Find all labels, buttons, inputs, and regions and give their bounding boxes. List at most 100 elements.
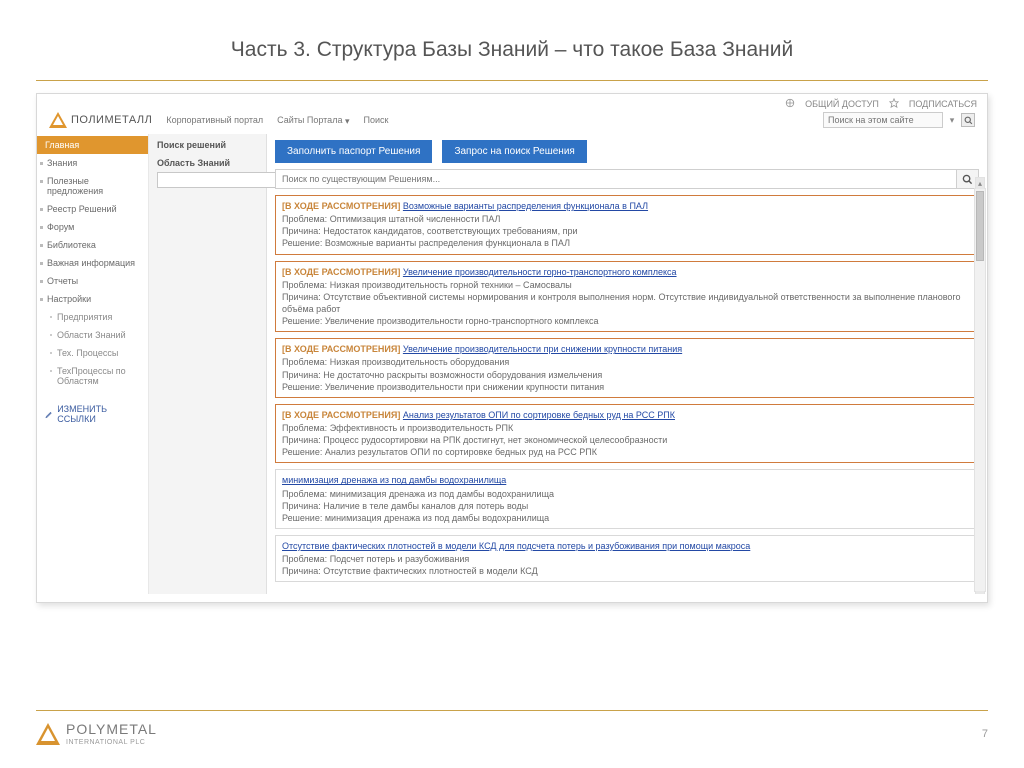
scroll-down-icon[interactable]: ▾ xyxy=(975,591,985,594)
sidebar-sub-enterprises[interactable]: Предприятия xyxy=(37,308,148,326)
logo-icon xyxy=(49,112,67,128)
label-reason: Причина: xyxy=(282,226,321,236)
divider-top xyxy=(36,80,988,81)
status-tag: [В ХОДЕ РАССМОТРЕНИЯ] xyxy=(282,410,400,420)
sidebar-sub-proc-areas[interactable]: ТехПроцессы по Областям xyxy=(37,362,148,390)
sidebar-item-reestr[interactable]: Реестр Решений xyxy=(37,200,148,218)
label-problem: Проблема: xyxy=(282,423,327,433)
solution-card: [В ХОДЕ РАССМОТРЕНИЯ] Увеличение произво… xyxy=(275,261,979,333)
area-input[interactable] xyxy=(157,172,280,188)
filter-field-label: Область Знаний xyxy=(157,158,258,168)
status-tag: [В ХОДЕ РАССМОТРЕНИЯ] xyxy=(282,267,400,277)
edit-links-label: ИЗМЕНИТЬ ССЫЛКИ xyxy=(57,404,140,424)
label-problem: Проблема: xyxy=(282,489,327,499)
app-window: ОБЩИЙ ДОСТУП ПОДПИСАТЬСЯ ПОЛИМЕТАЛЛ Корп… xyxy=(36,93,988,603)
nav-search[interactable]: Поиск xyxy=(364,115,389,125)
value-reason: Не достаточно раскрыты возможности обору… xyxy=(323,370,602,380)
value-reason: Отсутствие фактических плотностей в моде… xyxy=(323,566,537,576)
solution-card: [В ХОДЕ РАССМОТРЕНИЯ] Возможные варианты… xyxy=(275,195,979,255)
page-number: 7 xyxy=(982,728,988,740)
sidebar-item-proposals[interactable]: Полезные предложения xyxy=(37,172,148,200)
logo-text: ПОЛИМЕТАЛЛ xyxy=(71,114,152,126)
label-problem: Проблема: xyxy=(282,554,327,564)
edit-links[interactable]: ИЗМЕНИТЬ ССЫЛКИ xyxy=(37,400,148,428)
sidebar-item-znaniya[interactable]: Знания xyxy=(37,154,148,172)
label-reason: Причина: xyxy=(282,566,321,576)
sidebar: Главная Знания Полезные предложения Реес… xyxy=(37,134,149,594)
sidebar-item-settings[interactable]: Настройки xyxy=(37,290,148,308)
footer-logo-icon xyxy=(36,723,60,745)
sidebar-sub-areas[interactable]: Области Знаний xyxy=(37,326,148,344)
site-search-input[interactable] xyxy=(823,112,943,128)
value-solution: Анализ результатов ОПИ по сортировке бед… xyxy=(325,447,597,457)
solution-title-link[interactable]: Анализ результатов ОПИ по сортировке бед… xyxy=(403,410,675,420)
pencil-icon xyxy=(45,410,53,419)
scroll-up-icon[interactable]: ▴ xyxy=(975,177,985,189)
solutions-search-input[interactable] xyxy=(275,169,957,189)
solution-title-link[interactable]: Отсутствие фактических плотностей в моде… xyxy=(282,541,750,551)
top-nav: Корпоративный портал Сайты Портала ▾ Пои… xyxy=(166,115,388,126)
search-icon xyxy=(962,174,973,185)
sidebar-item-reports[interactable]: Отчеты xyxy=(37,272,148,290)
label-reason: Причина: xyxy=(282,370,321,380)
solution-title-link[interactable]: Увеличение производительности горно-тран… xyxy=(403,267,677,277)
value-problem: минимизация дренажа из под дамбы водохра… xyxy=(330,489,554,499)
value-reason: Недостаток кандидатов, соответствующих т… xyxy=(323,226,577,236)
label-problem: Проблема: xyxy=(282,280,327,290)
chevron-down-icon: ▾ xyxy=(345,116,350,127)
sidebar-item-forum[interactable]: Форум xyxy=(37,218,148,236)
label-reason: Причина: xyxy=(282,501,321,511)
logo[interactable]: ПОЛИМЕТАЛЛ xyxy=(49,112,152,128)
value-solution: минимизация дренажа из под дамбы водохра… xyxy=(325,513,549,523)
solution-title-link[interactable]: минимизация дренажа из под дамбы водохра… xyxy=(282,475,506,485)
sidebar-item-home[interactable]: Главная xyxy=(37,136,148,154)
slide-title: Часть 3. Структура Базы Знаний – что так… xyxy=(0,0,1024,80)
solution-card: Отсутствие фактических плотностей в моде… xyxy=(275,535,979,582)
scrollbar[interactable]: ▴ ▾ xyxy=(974,188,986,592)
status-tag: [В ХОДЕ РАССМОТРЕНИЯ] xyxy=(282,201,400,211)
star-icon[interactable] xyxy=(889,98,899,110)
solution-title-link[interactable]: Возможные варианты распределения функцио… xyxy=(403,201,648,211)
action-row: Заполнить паспорт Решения Запрос на поис… xyxy=(275,140,979,163)
site-search: ▾ xyxy=(823,112,975,128)
request-search-button[interactable]: Запрос на поиск Решения xyxy=(442,140,586,163)
value-problem: Низкая производительность горной техники… xyxy=(330,280,572,290)
sidebar-sub-processes[interactable]: Тех. Процессы xyxy=(37,344,148,362)
label-solution: Решение: xyxy=(282,513,322,523)
share-label[interactable]: ОБЩИЙ ДОСТУП xyxy=(805,99,879,109)
subscribe-label[interactable]: ПОДПИСАТЬСЯ xyxy=(909,99,977,109)
status-tag: [В ХОДЕ РАССМОТРЕНИЯ] xyxy=(282,344,400,354)
filter-pane: Поиск решений Область Знаний ▾ xyxy=(149,134,267,594)
solution-title-link[interactable]: Увеличение производительности при снижен… xyxy=(403,344,682,354)
value-reason: Наличие в теле дамбы каналов для потерь … xyxy=(323,501,528,511)
sidebar-item-library[interactable]: Библиотека xyxy=(37,236,148,254)
label-problem: Проблема: xyxy=(282,214,327,224)
scroll-thumb[interactable] xyxy=(976,191,984,261)
filter-pane-title: Поиск решений xyxy=(157,140,258,150)
value-problem: Оптимизация штатной численности ПАЛ xyxy=(330,214,501,224)
solutions-searchbar xyxy=(275,169,979,189)
value-problem: Эффективность и производительность РПК xyxy=(330,423,514,433)
nav-corporate[interactable]: Корпоративный портал xyxy=(166,115,263,125)
label-solution: Решение: xyxy=(282,238,322,248)
share-icon[interactable] xyxy=(785,98,795,110)
footer-logo-text: POLYMETAL xyxy=(66,721,157,737)
label-solution: Решение: xyxy=(282,382,322,392)
value-solution: Возможные варианты распределения функцио… xyxy=(325,238,570,248)
nav-sites[interactable]: Сайты Портала ▾ xyxy=(277,115,349,126)
page-top-actions: ОБЩИЙ ДОСТУП ПОДПИСАТЬСЯ xyxy=(785,98,977,110)
solution-card: [В ХОДЕ РАССМОТРЕНИЯ] Анализ результатов… xyxy=(275,404,979,464)
label-reason: Причина: xyxy=(282,435,321,445)
fill-passport-button[interactable]: Заполнить паспорт Решения xyxy=(275,140,432,163)
value-reason: Отсутствие объективной системы нормирова… xyxy=(282,292,961,314)
site-search-go[interactable] xyxy=(961,113,975,127)
label-solution: Решение: xyxy=(282,316,322,326)
value-solution: Увеличение производительности горно-тран… xyxy=(325,316,599,326)
value-problem: Низкая производительность оборудования xyxy=(330,357,510,367)
area-combo: ▾ xyxy=(157,172,258,188)
app-body: Главная Знания Полезные предложения Реес… xyxy=(37,134,987,594)
search-scope-dropdown[interactable]: ▾ xyxy=(947,113,957,127)
solution-card: минимизация дренажа из под дамбы водохра… xyxy=(275,469,979,529)
value-problem: Подсчет потерь и разубоживания xyxy=(330,554,470,564)
sidebar-item-important[interactable]: Важная информация xyxy=(37,254,148,272)
